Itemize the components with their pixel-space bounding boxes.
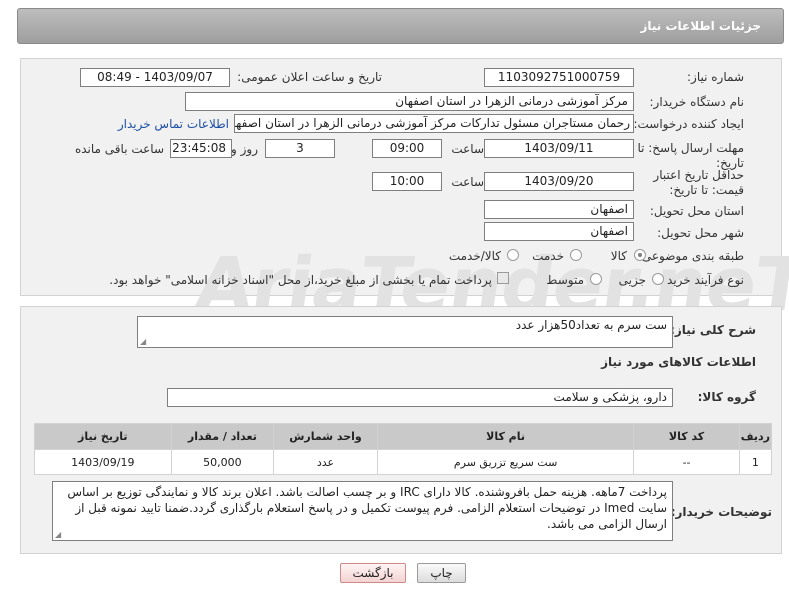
cell-row: 1 — [738, 449, 773, 475]
need-number-field[interactable]: 1103092751000759 — [484, 68, 634, 87]
page-title: جزئیات اطلاعات نیاز — [640, 19, 761, 33]
col-quantity: تعداد / مقدار — [170, 423, 275, 450]
category-radio-goods[interactable] — [634, 249, 646, 261]
need-summary-text: ست سرم به تعداد50هزار عدد — [515, 318, 667, 332]
buyer-label: نام دستگاه خریدار: — [649, 95, 745, 109]
remaining-days-field[interactable]: 3 — [265, 139, 335, 158]
process-option-medium: متوسط — [546, 273, 584, 287]
validity-label: حداقل تاریخ اعتبار قیمت: تا تاریخ: — [653, 168, 744, 197]
deadline-time-field[interactable]: 09:00 — [372, 139, 442, 158]
items-section-title: اطلاعات کالاهای مورد نیاز — [601, 355, 756, 369]
category-radio-service[interactable] — [570, 249, 582, 261]
validity-time-field[interactable]: 10:00 — [372, 172, 442, 191]
need-summary-field[interactable]: ست سرم به تعداد50هزار عدد ◢ — [137, 316, 673, 348]
validity-date-field[interactable]: 1403/09/20 — [484, 172, 634, 191]
process-option-minor: جزیی — [618, 273, 646, 287]
resize-handle-icon[interactable]: ◢ — [55, 531, 61, 539]
category-option-goods: کالا — [610, 249, 627, 263]
col-code: کد کالا — [633, 423, 740, 450]
treasury-payment-checkbox[interactable] — [497, 272, 509, 284]
category-radio-both[interactable] — [507, 249, 519, 261]
process-radio-medium[interactable] — [590, 273, 602, 285]
announce-date-label: تاریخ و ساعت اعلان عمومی: — [237, 70, 382, 84]
creator-label: ایجاد کننده درخواست: — [633, 117, 744, 131]
buyer-contact-link[interactable]: اطلاعات تماس خریدار — [118, 117, 229, 131]
need-summary-label: شرح کلی نیاز: — [670, 323, 756, 337]
cell-quantity: 50,000 — [170, 449, 275, 475]
table-row: 1 -- ست سریع تزریق سرم عدد 50,000 1403/0… — [34, 449, 773, 475]
province-label: استان محل تحویل: — [649, 204, 744, 218]
process-radio-minor[interactable] — [652, 273, 664, 285]
category-option-both: کالا/خدمت — [448, 249, 501, 263]
creator-field[interactable]: رحمان مستاجران مسئول تدارکات مرکز آموزشی… — [234, 114, 634, 133]
province-field[interactable]: اصفهان — [484, 200, 634, 219]
remaining-label: ساعت باقی مانده — [74, 142, 164, 156]
buyer-notes-field[interactable]: پرداخت 7ماهه. هزینه حمل بافروشنده. کالا … — [52, 481, 673, 541]
buyer-notes-text: پرداخت 7ماهه. هزینه حمل بافروشنده. کالا … — [67, 485, 667, 531]
treasury-payment-note: پرداخت تمام یا بخشی از مبلغ خرید،از محل … — [109, 273, 492, 287]
deadline-label: مهلت ارسال پاسخ: تا تاریخ: — [637, 141, 744, 170]
col-row: ردیف — [738, 423, 773, 450]
process-label: نوع فرآیند خرید : — [659, 273, 744, 287]
buyer-notes-label: توضیحات خریدار: — [670, 505, 772, 519]
announce-date-field[interactable]: 1403/09/07 - 08:49 — [80, 68, 230, 87]
page-header: جزئیات اطلاعات نیاز — [17, 8, 784, 44]
cell-name: ست سریع تزریق سرم — [376, 449, 635, 475]
buyer-field[interactable]: مرکز آموزشی درمانی الزهرا در استان اصفها… — [185, 92, 634, 111]
goods-group-field[interactable]: دارو، پزشکی و سلامت — [167, 388, 673, 407]
cell-date: 1403/09/19 — [34, 449, 172, 475]
remaining-time-field[interactable]: 23:45:08 — [170, 139, 232, 158]
back-button[interactable]: بازگشت — [340, 563, 406, 583]
goods-group-label: گروه کالا: — [697, 390, 756, 404]
deadline-date-field[interactable]: 1403/09/11 — [484, 139, 634, 158]
city-label: شهر محل تحویل: — [657, 226, 744, 240]
cell-code: -- — [633, 449, 740, 475]
print-button[interactable]: چاپ — [417, 563, 466, 583]
cell-unit: عدد — [273, 449, 378, 475]
deadline-time-label: ساعت — [451, 142, 484, 156]
category-option-service: خدمت — [532, 249, 564, 263]
col-unit: واحد شمارش — [273, 423, 378, 450]
city-field[interactable]: اصفهان — [484, 222, 634, 241]
items-table: ردیف کد کالا نام کالا واحد شمارش تعداد /… — [34, 423, 773, 475]
col-date: تاریخ نیاز — [34, 423, 172, 450]
validity-time-label: ساعت — [451, 175, 484, 189]
need-number-label: شماره نیاز: — [687, 70, 744, 84]
category-label: طبقه بندی موضوعی: — [637, 249, 744, 263]
items-table-header: ردیف کد کالا نام کالا واحد شمارش تعداد /… — [34, 423, 773, 450]
col-name: نام کالا — [376, 423, 635, 450]
days-label: روز و — [231, 142, 258, 156]
resize-handle-icon[interactable]: ◢ — [140, 338, 146, 346]
